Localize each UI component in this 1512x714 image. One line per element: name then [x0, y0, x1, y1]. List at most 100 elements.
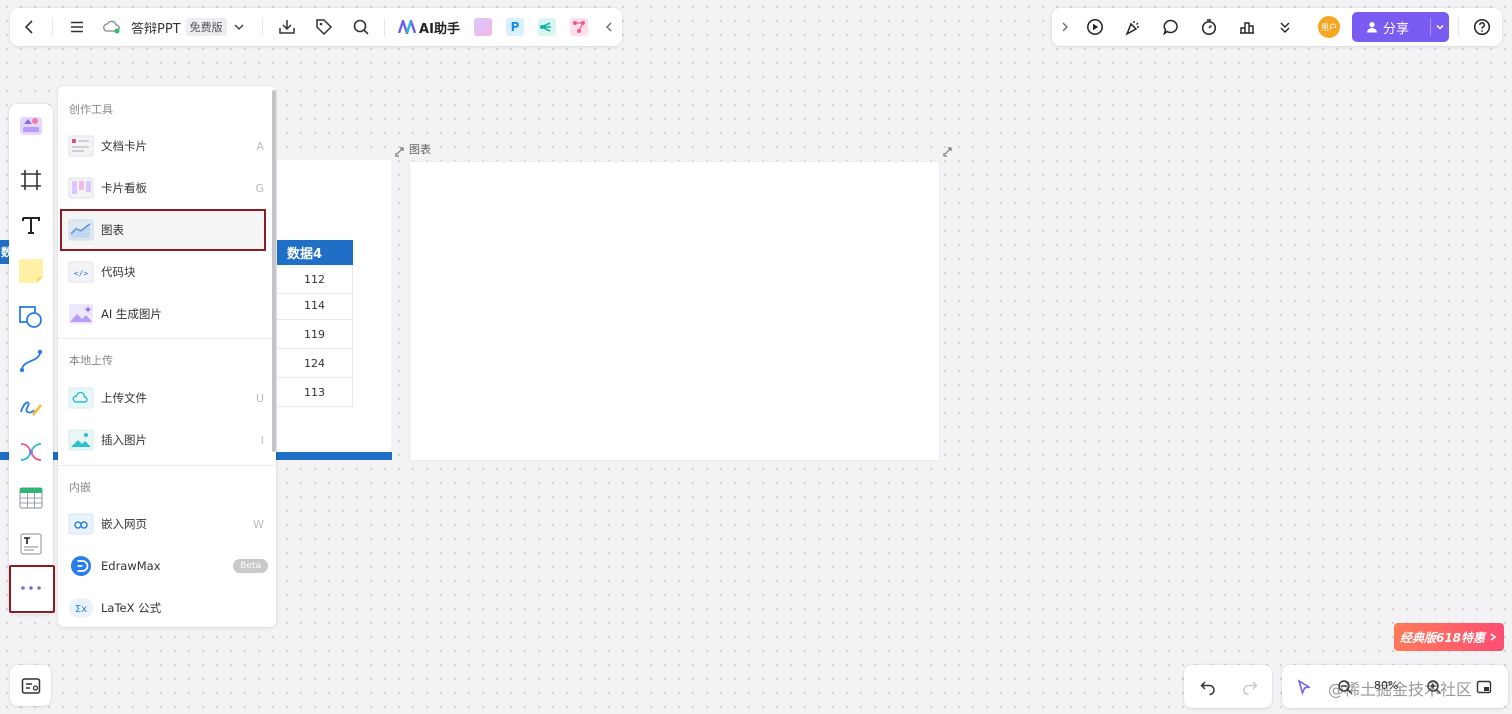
- menu-scrollbar[interactable]: [272, 90, 276, 452]
- podium-button[interactable]: [1232, 8, 1262, 46]
- menu-item-edrawmax[interactable]: EdrawMax Beta: [58, 545, 276, 587]
- ai-assistant-button[interactable]: AI助手: [394, 8, 464, 46]
- table-header-cell[interactable]: 数据4: [277, 240, 353, 265]
- undo-icon: [1200, 680, 1215, 695]
- promo-badge[interactable]: 经典版618特惠: [1394, 623, 1504, 651]
- mindmap-tool[interactable]: [9, 432, 53, 472]
- text-card-icon: [20, 533, 42, 555]
- cloud-sync-icon: [103, 20, 120, 34]
- comment-button[interactable]: [1156, 8, 1186, 46]
- table-cell[interactable]: 114: [277, 291, 353, 320]
- menu-item-label: AI 生成图片: [101, 307, 162, 321]
- plan-badge: 免费版: [185, 18, 227, 36]
- menu-item-card-board[interactable]: 卡片看板 G: [58, 167, 276, 209]
- canvas-settings-button[interactable]: [10, 665, 51, 706]
- timer-button[interactable]: [1194, 8, 1224, 46]
- expand-right-icon: [1062, 22, 1068, 32]
- table-cell[interactable]: 124: [277, 349, 353, 378]
- menu-item-ai-image[interactable]: AI 生成图片: [58, 293, 276, 335]
- celebrate-icon: [1125, 21, 1139, 36]
- template-icon: [20, 117, 42, 135]
- table-cell[interactable]: 119: [277, 320, 353, 349]
- menu-item-label: 卡片看板: [101, 181, 147, 195]
- ai-logo-icon: [398, 20, 417, 34]
- search-button[interactable]: [346, 8, 376, 46]
- minimap-icon: [1476, 680, 1492, 693]
- celebrate-button[interactable]: [1118, 8, 1148, 46]
- collapse-toolbar-button[interactable]: [598, 8, 620, 46]
- share-main-button[interactable]: 分享: [1352, 18, 1430, 37]
- menu-item-label: LaTeX 公式: [101, 601, 162, 615]
- flow-app-button[interactable]: [567, 8, 591, 46]
- undo-button[interactable]: [1192, 671, 1224, 702]
- text-tool[interactable]: [9, 205, 53, 245]
- mindmap-app-icon: [538, 18, 556, 36]
- share-button[interactable]: 分享: [1352, 12, 1449, 42]
- shape-icon: [19, 306, 42, 328]
- redo-button[interactable]: [1234, 671, 1266, 702]
- share-label: 分享: [1383, 21, 1410, 37]
- mindmap-app-button[interactable]: [535, 8, 559, 46]
- shape-tool[interactable]: [9, 297, 53, 337]
- table-tool[interactable]: [9, 478, 53, 518]
- svg-text:</>: </>: [74, 269, 89, 278]
- menu-button[interactable]: [62, 8, 92, 46]
- chevron-down-icon: [234, 24, 244, 31]
- mindmap-icon: [20, 443, 42, 461]
- menu-item-latex[interactable]: Σx LaTeX 公式: [58, 587, 276, 627]
- p-app-button[interactable]: P: [503, 8, 527, 46]
- back-button[interactable]: [14, 8, 46, 46]
- avatar[interactable]: 用户: [1318, 16, 1340, 38]
- more-tools-button[interactable]: [1270, 8, 1300, 46]
- comment-icon: [1163, 19, 1178, 36]
- table-cell[interactable]: 113: [277, 378, 353, 407]
- link-handle-icon[interactable]: [395, 146, 407, 158]
- sticky-note-tool[interactable]: [9, 251, 53, 291]
- menu-item-label: 文档卡片: [101, 139, 147, 153]
- connector-tool[interactable]: [9, 341, 53, 381]
- tag-button[interactable]: [309, 8, 339, 46]
- pen-tool[interactable]: [9, 387, 53, 427]
- link-handle-icon[interactable]: [943, 146, 955, 158]
- template-tool[interactable]: [9, 106, 53, 146]
- table-header-stub: 数: [0, 240, 12, 264]
- more-down-icon: [1280, 22, 1290, 33]
- present-button[interactable]: [1080, 8, 1110, 46]
- help-button[interactable]: [1467, 8, 1497, 46]
- menu-section-title: 创作工具: [69, 103, 113, 116]
- table-cell[interactable]: 112: [277, 265, 353, 294]
- select-tool-button[interactable]: [1290, 671, 1318, 702]
- document-title-button[interactable]: 答辩PPT 免费版: [102, 8, 252, 46]
- frame-icon: [21, 170, 41, 190]
- menu-item-upload-file[interactable]: 上传文件 U: [58, 377, 276, 419]
- chart-frame[interactable]: [410, 162, 939, 460]
- watermark: @稀土掘金技术社区: [1328, 680, 1473, 699]
- play-icon: [1087, 19, 1103, 35]
- table-icon: [19, 487, 43, 509]
- chevron-right-icon: [1490, 633, 1497, 641]
- chart-frame-label: 图表: [409, 143, 431, 156]
- more-tools-highlight: [9, 565, 55, 613]
- back-icon: [24, 20, 33, 34]
- embed-webpage-icon: [68, 513, 94, 535]
- upload-file-icon: [68, 387, 94, 409]
- frame-tool[interactable]: [9, 160, 53, 200]
- ai-image-app-button[interactable]: [471, 8, 495, 46]
- beta-badge: Beta: [233, 559, 268, 573]
- help-icon: [1473, 18, 1491, 36]
- top-right-toolbar: 用户 分享: [1052, 8, 1502, 46]
- share-options-button[interactable]: [1431, 22, 1449, 32]
- menu-item-label: 上传文件: [101, 391, 147, 405]
- left-toolbar: [9, 104, 53, 614]
- menu-item-insert-image[interactable]: 插入图片 I: [58, 419, 276, 461]
- menu-item-code-block[interactable]: </> 代码块: [58, 251, 276, 293]
- menu-item-embed-webpage[interactable]: 嵌入网页 W: [58, 503, 276, 545]
- pen-icon: [20, 401, 42, 416]
- menu-item-doc-card[interactable]: 文档卡片 A: [58, 125, 276, 167]
- expand-toolbar-button[interactable]: [1052, 8, 1078, 46]
- download-button[interactable]: [272, 8, 302, 46]
- redo-icon: [1243, 680, 1258, 695]
- minimap-button[interactable]: [1470, 671, 1498, 702]
- text-card-tool[interactable]: [9, 524, 53, 564]
- connector-icon: [19, 349, 43, 373]
